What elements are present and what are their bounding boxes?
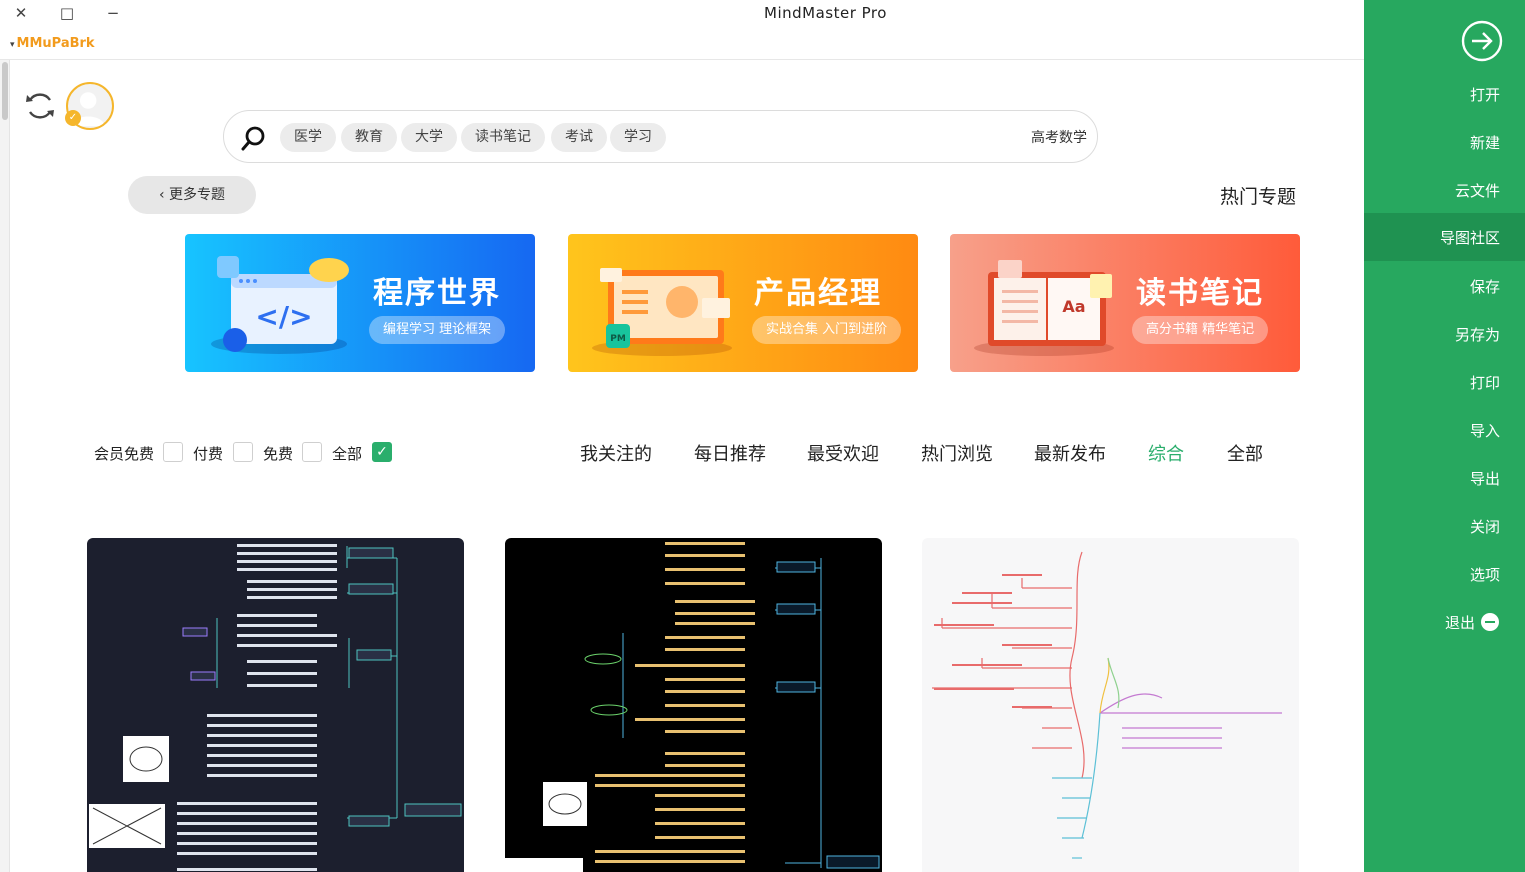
presentation-icon: PM — [592, 268, 732, 356]
mindmap-thumbnail[interactable] — [505, 538, 882, 872]
vertical-scrollbar[interactable] — [0, 60, 10, 872]
filter-free-checkbox[interactable] — [302, 442, 322, 462]
svg-text:</>: </> — [255, 300, 312, 333]
banner-title: 读书笔记 — [1136, 276, 1264, 311]
chevron-down-icon: ▾ — [10, 40, 15, 50]
search-chip-reading-notes[interactable]: 读书笔记 — [461, 123, 545, 152]
account-name: MMuPaBrk — [16, 36, 95, 51]
sidebar-item-label: 退出 — [1444, 614, 1475, 632]
filter-member-free-checkbox[interactable] — [163, 442, 183, 462]
minimize-window-button[interactable]: − — [100, 2, 126, 24]
sidebar-item-open[interactable]: 打开 — [1364, 70, 1525, 118]
app-window: ✕ □ − MindMaster Pro ▾ MMuPaBrk ✓ 医学 教育 大… — [0, 0, 1525, 872]
search-icon[interactable] — [240, 124, 268, 152]
exit-icon — [1481, 613, 1499, 631]
sidebar-item-save[interactable]: 保存 — [1364, 262, 1525, 310]
tab-hot-views[interactable]: 热门浏览 — [921, 440, 993, 466]
sidebar-item-label: 导出 — [1469, 470, 1500, 488]
sidebar-item-import[interactable]: 导入 — [1364, 406, 1525, 454]
banner-subtitle: 实战合集 入门到进阶 — [752, 316, 902, 344]
tab-comprehensive[interactable]: 综合 — [1148, 440, 1184, 466]
filter-paid-label: 付费 — [193, 445, 224, 463]
banner-title: 产品经理 — [754, 276, 882, 311]
back-arrow-icon[interactable] — [1460, 19, 1504, 63]
search-chip-medicine[interactable]: 医学 — [280, 123, 336, 152]
sidebar-item-label: 保存 — [1469, 278, 1500, 296]
tab-following[interactable]: 我关注的 — [580, 440, 652, 466]
svg-text:PM: PM — [610, 334, 626, 344]
sidebar-item-label: 新建 — [1469, 134, 1500, 152]
filter-member-free-label: 会员免费 — [94, 445, 155, 463]
search-chip-exam[interactable]: 考试 — [551, 123, 607, 152]
sidebar-item-export[interactable]: 导出 — [1364, 454, 1525, 502]
mindmap-preview-image — [89, 544, 462, 871]
app-title: MindMaster Pro — [764, 4, 887, 22]
sidebar-item-label: 导入 — [1469, 422, 1500, 440]
tab-latest[interactable]: 最新发布 — [1034, 440, 1106, 466]
more-topics-button[interactable]: ‹ 更多专题 — [128, 176, 256, 214]
sidebar-item-exit[interactable]: 退出 — [1364, 598, 1525, 646]
filter-paid-checkbox[interactable] — [233, 442, 253, 462]
search-chip-university[interactable]: 大学 — [401, 123, 457, 152]
sidebar-item-label: 选项 — [1469, 566, 1500, 584]
mindmap-thumbnail[interactable] — [922, 538, 1299, 872]
sidebar-item-label: 云文件 — [1454, 182, 1500, 200]
sidebar-item-label: 打印 — [1469, 374, 1500, 392]
banner-product-manager[interactable]: PM 产品经理 实战合集 入门到进阶 — [568, 234, 918, 372]
search-chip-study[interactable]: 学习 — [610, 123, 666, 152]
banner-programming[interactable]: </> 程序世界 编程学习 理论框架 — [185, 234, 535, 372]
sidebar-item-community[interactable]: 导图社区 — [1364, 213, 1525, 261]
sidebar-item-options[interactable]: 选项 — [1364, 550, 1525, 598]
filter-all-label: 全部 — [332, 445, 363, 463]
sidebar-item-close[interactable]: 关闭 — [1364, 502, 1525, 550]
scrollbar-thumb[interactable] — [2, 62, 8, 120]
tab-all[interactable]: 全部 — [1227, 440, 1263, 466]
verified-badge-icon: ✓ — [65, 110, 81, 126]
title-bar: ✕ □ − MindMaster Pro — [0, 0, 1364, 30]
sidebar-item-new[interactable]: 新建 — [1364, 118, 1525, 166]
sidebar-item-label: 关闭 — [1469, 518, 1500, 536]
svg-text:Aa: Aa — [1062, 297, 1085, 316]
banner-subtitle: 编程学习 理论框架 — [369, 316, 506, 344]
banner-subtitle: 高分书籍 精华笔记 — [1132, 316, 1269, 344]
filter-all-checkbox[interactable]: ✓ — [372, 442, 392, 462]
divider — [0, 59, 1364, 60]
mindmap-preview-image — [932, 551, 1282, 859]
filter-free-label: 免费 — [263, 445, 294, 463]
search-chip-education[interactable]: 教育 — [341, 123, 397, 152]
sidebar-item-label: 打开 — [1469, 86, 1500, 104]
tab-daily-recommend[interactable]: 每日推荐 — [694, 440, 766, 466]
sidebar-item-print[interactable]: 打印 — [1364, 358, 1525, 406]
account-menu[interactable]: ▾ MMuPaBrk — [10, 36, 95, 51]
search-input[interactable]: 高考数学 — [1031, 127, 1087, 147]
sidebar-item-save-as[interactable]: 另存为 — [1364, 310, 1525, 358]
chevron-left-icon: ‹ — [158, 187, 170, 203]
sidebar-item-label: 另存为 — [1454, 326, 1500, 344]
search-bar[interactable]: 医学 教育 大学 读书笔记 考试 学习 高考数学 — [223, 110, 1098, 163]
mindmap-preview-image — [505, 542, 880, 872]
code-window-icon: </> — [211, 256, 349, 354]
sync-icon[interactable] — [22, 88, 58, 124]
sidebar-item-label: 导图社区 — [1439, 229, 1500, 247]
banner-title: 程序世界 — [373, 276, 501, 311]
restore-window-button[interactable]: □ — [54, 2, 80, 24]
section-title: 热门专题 — [1220, 186, 1297, 208]
sidebar-item-cloud-files[interactable]: 云文件 — [1364, 166, 1525, 214]
checkmark-icon: ✓ — [376, 444, 388, 460]
more-topics-label: 更多专题 — [169, 187, 226, 203]
tab-most-popular[interactable]: 最受欢迎 — [807, 440, 879, 466]
book-icon: Aa — [974, 260, 1114, 356]
banner-reading-notes[interactable]: Aa 读书笔记 高分书籍 精华笔记 — [950, 234, 1300, 372]
file-sidebar: 打开 新建 云文件 导图社区 保存 另存为 打印 导入 导出 关闭 选项 退出 — [1364, 0, 1525, 872]
mindmap-thumbnail[interactable] — [87, 538, 464, 872]
close-window-button[interactable]: ✕ — [8, 2, 34, 24]
